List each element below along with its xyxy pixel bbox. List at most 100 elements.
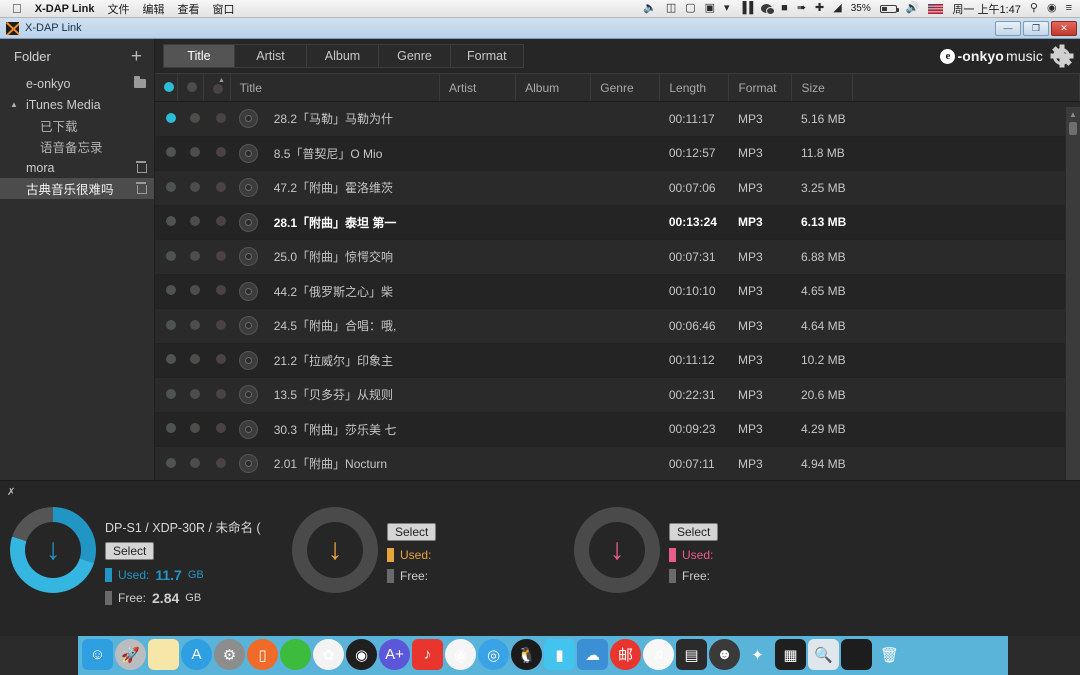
photos-icon[interactable]: ✿	[313, 639, 344, 670]
row-status-dot-3[interactable]	[203, 308, 231, 344]
gear-icon[interactable]	[1051, 46, 1072, 66]
menu-edit[interactable]: 编辑	[142, 1, 164, 17]
weather-icon[interactable]: ☁	[577, 639, 608, 670]
download-arrow-icon[interactable]: ↓	[610, 535, 625, 565]
trash-icon[interactable]: 🗑	[874, 639, 905, 670]
launchpad-icon[interactable]: 🚀	[115, 639, 146, 670]
netease-music-icon[interactable]: ♪	[412, 639, 443, 670]
row-status-dot-1[interactable]	[155, 412, 178, 447]
row-status-dot-2[interactable]	[177, 412, 204, 447]
wechat-icon[interactable]	[280, 639, 311, 670]
search-icon[interactable]: ⚲	[1030, 3, 1038, 14]
finder-icon[interactable]: ☺	[82, 639, 113, 670]
audirvana-icon[interactable]: A+	[379, 639, 410, 670]
row-status-dot-1[interactable]	[155, 308, 178, 344]
window-titlebar[interactable]: X-DAP Link — ❐ ✕	[0, 18, 1080, 39]
pause-icon[interactable]: ▐▐	[739, 3, 754, 14]
sidebar-item-4[interactable]: mora	[0, 157, 154, 178]
column-header-artist[interactable]: Artist	[439, 73, 517, 102]
row-status-dot-2[interactable]	[177, 274, 204, 309]
chevron-down-icon[interactable]: ▾	[724, 3, 730, 14]
table-row[interactable]: 13.5「贝多芬」从规则 00:22:31 MP3 20.6 MB	[155, 377, 1080, 413]
disclosure-caret-icon[interactable]: ▲	[10, 100, 18, 109]
wechat-icon[interactable]	[761, 4, 776, 15]
table-row[interactable]: 28.2「马勒」马勒为什 00:11:17 MP3 5.16 MB	[155, 101, 1080, 137]
menu-file[interactable]: 文件	[107, 1, 129, 17]
restore-button[interactable]: ❐	[1023, 20, 1049, 36]
row-status-dot-3[interactable]	[203, 343, 231, 378]
row-status-dot-2[interactable]	[177, 205, 204, 240]
sidebar-item-5[interactable]: 古典音乐很难吗	[0, 178, 154, 199]
speaker-icon[interactable]: 🔊	[906, 3, 920, 14]
column-header-format[interactable]: Format	[728, 73, 793, 102]
row-status-dot-2[interactable]	[177, 239, 204, 275]
download-arrow-icon[interactable]: ↓	[328, 535, 343, 565]
table-row[interactable]: 44.2「俄罗斯之心」柴 00:10:10 MP3 4.65 MB	[155, 274, 1080, 309]
scroll-up-arrow-icon[interactable]: ▲	[1066, 107, 1080, 122]
row-status-dot-3[interactable]	[203, 170, 231, 206]
qq-icon[interactable]: 🐧	[511, 639, 542, 670]
table-row[interactable]: 8.5「普契尼」O Mio 00:12:57 MP3 11.8 MB	[155, 136, 1080, 171]
header-status-dot-3[interactable]: ▲	[203, 73, 231, 102]
network-icon[interactable]: ✚	[815, 3, 824, 14]
row-status-dot-2[interactable]	[177, 377, 204, 413]
display-icon[interactable]: ◫	[666, 3, 676, 14]
flying-bird-icon[interactable]: ➠	[797, 3, 806, 14]
menubar-app-name[interactable]: X-DAP Link	[35, 3, 95, 15]
sidebar-item-0[interactable]: e-onkyo	[0, 73, 154, 94]
select-button[interactable]: Select	[669, 523, 719, 541]
header-status-dot-1[interactable]	[155, 73, 178, 102]
table-row[interactable]: 25.0「附曲」惊愕交响 00:07:31 MP3 6.88 MB	[155, 239, 1080, 275]
row-status-dot-1[interactable]	[155, 205, 178, 240]
select-button[interactable]: Select	[387, 523, 437, 541]
sidebar-item-3[interactable]: 语音备忘录	[0, 136, 154, 157]
row-status-dot-2[interactable]	[177, 101, 204, 137]
notes-icon[interactable]	[148, 639, 179, 670]
column-header-album[interactable]: Album	[515, 73, 592, 102]
select-button[interactable]: Select	[105, 542, 155, 560]
menubar-clock[interactable]: 周一 上午1:47	[952, 1, 1020, 17]
row-status-dot-1[interactable]	[155, 136, 178, 171]
row-status-dot-1[interactable]	[155, 343, 178, 378]
apple-logo-icon[interactable]: 	[12, 2, 22, 15]
tab-album[interactable]: Album	[307, 44, 379, 68]
app-store-icon[interactable]: A	[181, 639, 212, 670]
system-preferences-icon[interactable]: ⚙	[214, 639, 245, 670]
table-row[interactable]: 21.2「拉威尔」印象主 00:11:12 MP3 10.2 MB	[155, 343, 1080, 378]
trash-icon[interactable]	[136, 181, 147, 196]
tab-format[interactable]: Format	[451, 44, 524, 68]
table-row[interactable]: 2.01「附曲」Nocturn 00:07:11 MP3 4.94 MB	[155, 446, 1080, 482]
speaker-app-icon[interactable]: ◉	[346, 639, 377, 670]
hummingbird-icon[interactable]: ✦	[742, 639, 773, 670]
scrollbar-thumb[interactable]	[1069, 122, 1077, 135]
wifi-icon[interactable]: ◢	[833, 3, 841, 14]
sidebar-item-1[interactable]: ▲ iTunes Media	[0, 94, 154, 115]
row-status-dot-3[interactable]	[203, 274, 231, 309]
minimize-button[interactable]: —	[995, 20, 1021, 36]
row-status-dot-2[interactable]	[177, 308, 204, 344]
row-status-dot-3[interactable]	[203, 136, 231, 171]
media-player-icon[interactable]: ▦	[775, 639, 806, 670]
itunes-icon[interactable]: ♫	[643, 639, 674, 670]
mail-cn-icon[interactable]: 邮	[610, 639, 641, 670]
table-row[interactable]: 30.3「附曲」莎乐美 七 00:09:23 MP3 4.29 MB	[155, 412, 1080, 447]
add-folder-button[interactable]: +	[131, 47, 142, 66]
ibooks-icon[interactable]: ▯	[247, 639, 278, 670]
xdap-link-icon[interactable]	[841, 639, 872, 670]
row-status-dot-1[interactable]	[155, 101, 178, 137]
sidebar-item-2[interactable]: 已下载	[0, 115, 154, 136]
tab-title[interactable]: Title	[163, 44, 235, 68]
row-status-dot-3[interactable]	[203, 101, 231, 137]
preview-icon[interactable]: 🔍	[808, 639, 839, 670]
garageband-icon[interactable]: ▤	[676, 639, 707, 670]
menu-window[interactable]: 窗口	[212, 1, 234, 17]
row-status-dot-1[interactable]	[155, 170, 178, 206]
table-row[interactable]: 28.1「附曲」泰坦 第一 00:13:24 MP3 6.13 MB	[155, 205, 1080, 240]
row-status-dot-1[interactable]	[155, 446, 178, 482]
tab-artist[interactable]: Artist	[235, 44, 307, 68]
clipboard-icon[interactable]: ▢	[685, 3, 695, 14]
row-status-dot-2[interactable]	[177, 446, 204, 482]
row-status-dot-2[interactable]	[177, 170, 204, 206]
trash-icon[interactable]	[136, 160, 147, 175]
row-status-dot-2[interactable]	[177, 343, 204, 378]
